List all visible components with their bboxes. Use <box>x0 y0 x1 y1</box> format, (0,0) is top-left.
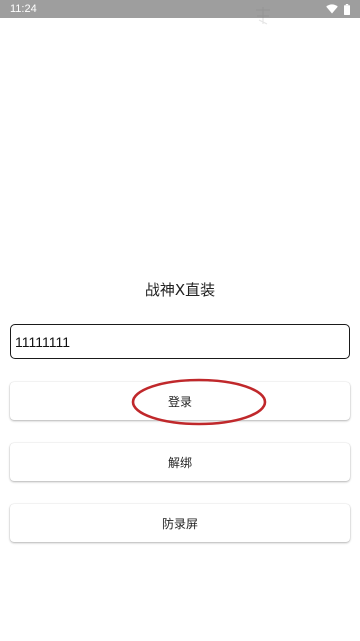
app-title: 战神X直装 <box>144 281 216 299</box>
unbind-button[interactable]: 解绑 <box>10 443 350 481</box>
anti-screen-record-button[interactable]: 防录屏 <box>10 504 350 542</box>
faded-watermark-icon <box>252 6 274 26</box>
battery-icon <box>344 3 350 15</box>
activation-code-input[interactable] <box>10 324 350 359</box>
wifi-icon <box>326 4 338 14</box>
status-time: 11:24 <box>10 3 37 15</box>
status-bar: 11:24 <box>0 0 360 18</box>
app-screen: 11:24 战神X直装 登录 解绑 防录屏 <box>0 0 360 641</box>
status-icons <box>326 3 350 15</box>
login-button[interactable]: 登录 <box>10 382 350 420</box>
